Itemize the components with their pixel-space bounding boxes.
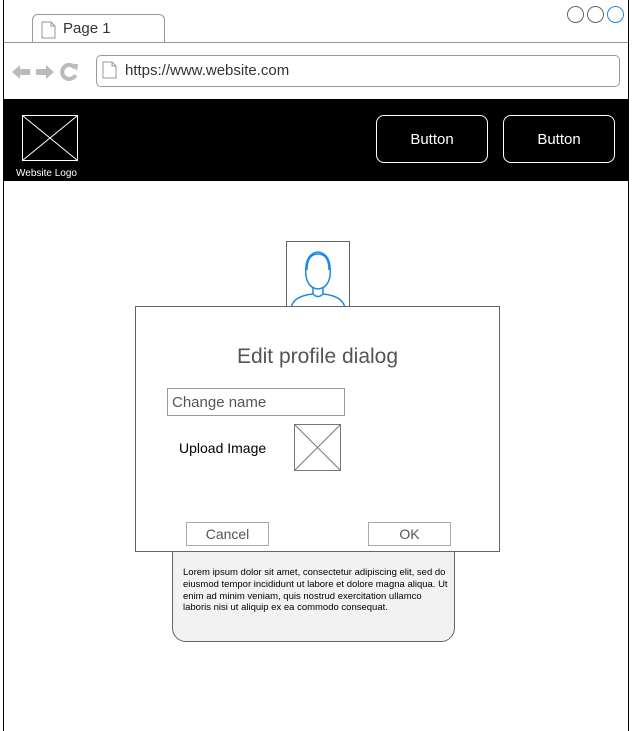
address-bar: https://www.website.com	[4, 43, 628, 99]
profile-avatar[interactable]	[286, 241, 350, 307]
window-controls	[567, 6, 624, 23]
tab-label: Page 1	[63, 20, 111, 37]
url-text: https://www.website.com	[125, 62, 290, 79]
window-circle-icon[interactable]	[587, 6, 604, 23]
upload-image-button[interactable]	[294, 424, 341, 471]
tooltip-text: Lorem ipsum dolor sit amet, consectetur …	[183, 567, 448, 614]
window-circle-icon[interactable]	[607, 6, 624, 23]
header-button-1[interactable]: Button	[376, 115, 488, 163]
page-icon	[102, 61, 117, 79]
nav-controls	[12, 63, 78, 81]
logo-label: Website Logo	[16, 168, 77, 179]
tab-page-1[interactable]: Page 1	[32, 14, 165, 42]
image-placeholder-icon	[295, 425, 340, 470]
reload-icon[interactable]	[60, 63, 78, 81]
ok-button[interactable]: OK	[368, 522, 451, 546]
lorem-tooltip: Lorem ipsum dolor sit amet, consectetur …	[172, 540, 455, 642]
edit-profile-dialog: Edit profile dialog Upload Image Cancel …	[135, 306, 500, 552]
header-button-2[interactable]: Button	[503, 115, 615, 163]
window-circle-icon[interactable]	[567, 6, 584, 23]
user-avatar-icon	[290, 251, 346, 306]
cancel-button[interactable]: Cancel	[186, 522, 269, 546]
forward-arrow-icon[interactable]	[36, 65, 54, 79]
page-icon	[41, 21, 56, 39]
image-placeholder-icon	[23, 116, 77, 160]
dialog-title: Edit profile dialog	[236, 345, 399, 368]
website-logo[interactable]	[22, 115, 78, 161]
change-name-input[interactable]	[167, 388, 345, 416]
browser-window: Page 1 https://www.website.com Website L…	[3, 0, 629, 731]
back-arrow-icon[interactable]	[12, 65, 30, 79]
upload-image-label: Upload Image	[179, 440, 267, 456]
tab-bar: Page 1	[4, 0, 628, 43]
site-header: Website Logo Button Button	[4, 99, 628, 181]
url-field[interactable]: https://www.website.com	[96, 55, 620, 87]
